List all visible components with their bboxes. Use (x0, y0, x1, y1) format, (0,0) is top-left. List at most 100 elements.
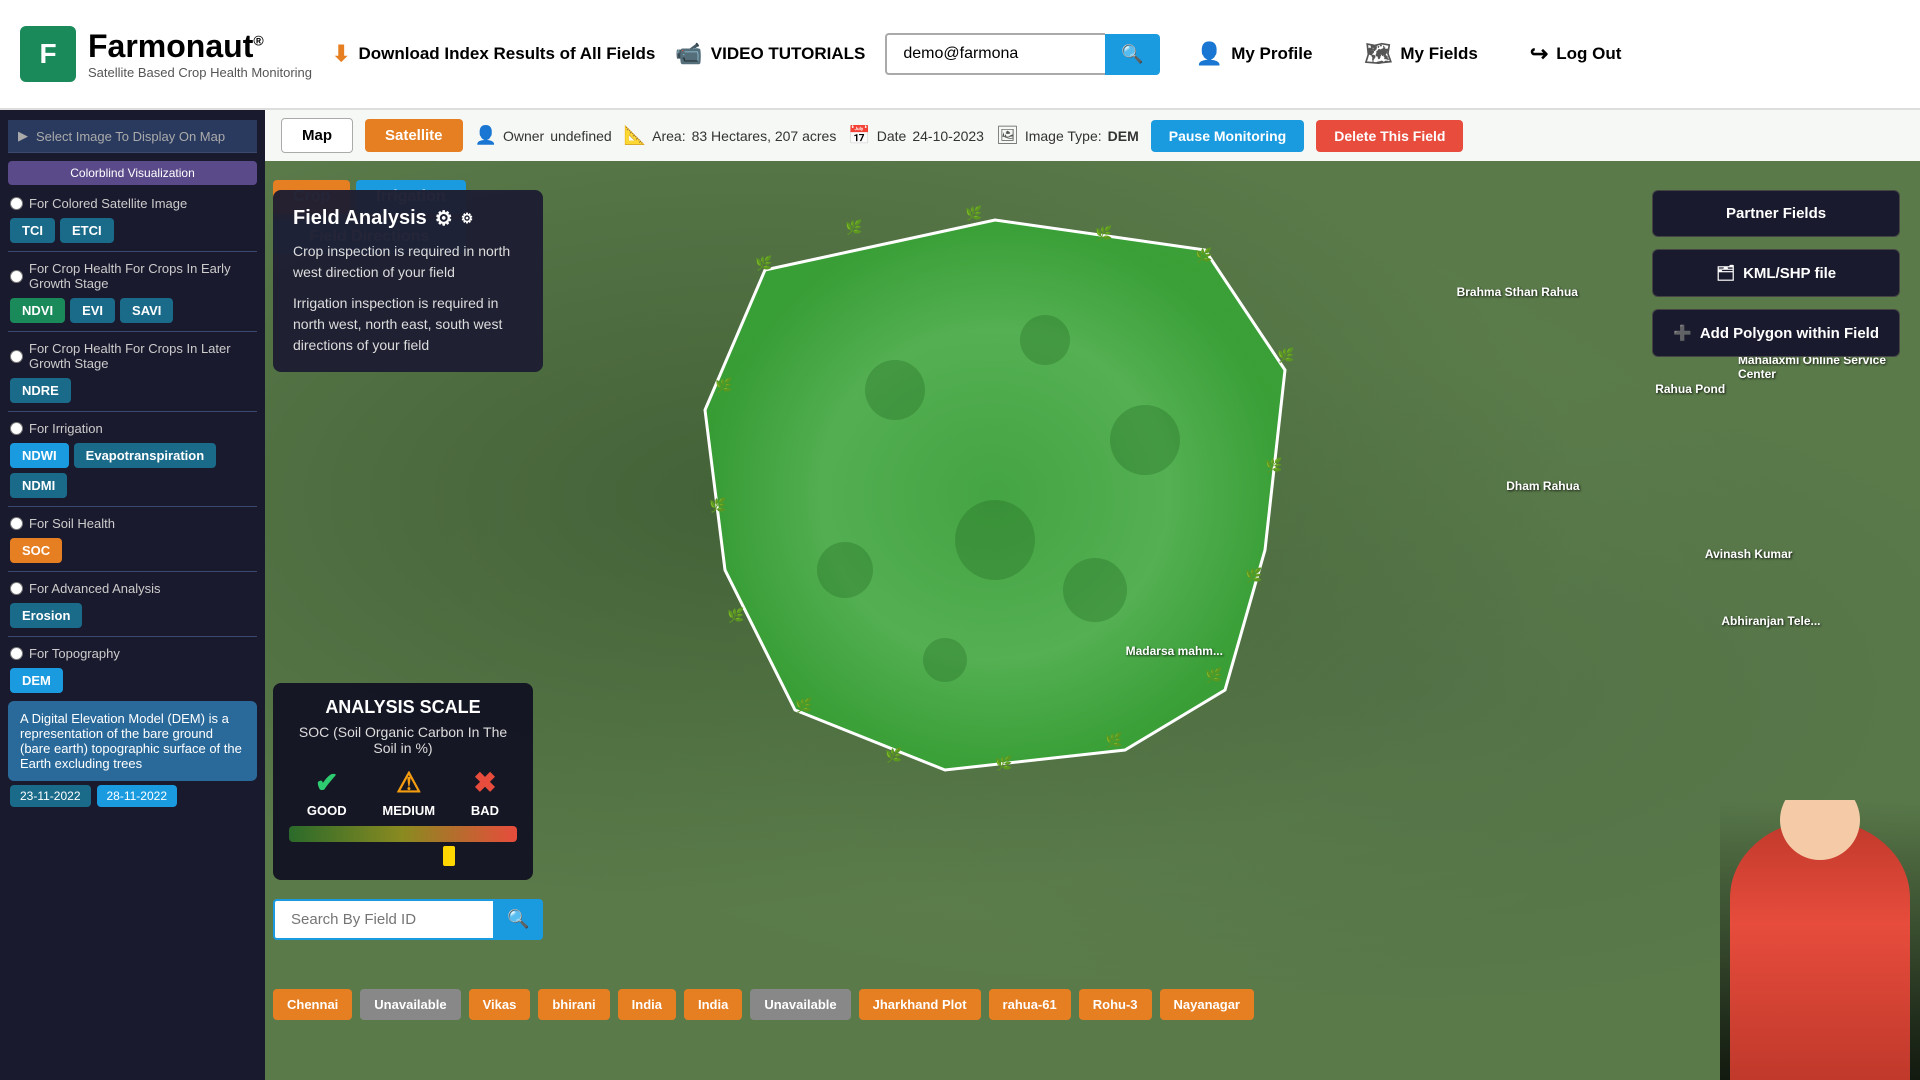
kml-shp-button[interactable]: 🗂 KML/SHP file (1652, 249, 1900, 297)
evap-button[interactable]: Evapotranspiration (74, 443, 216, 468)
video-tutorials-button[interactable]: 📹 VIDEO TUTORIALS (675, 41, 865, 67)
owner-info: 👤 Owner undefined (475, 125, 612, 146)
brand-name: Farmonaut® (88, 28, 312, 65)
svg-text:🌿: 🌿 (1195, 247, 1212, 264)
svg-text:🌿: 🌿 (795, 697, 812, 714)
savi-button[interactable]: SAVI (120, 298, 173, 323)
field-chip-0[interactable]: Chennai (273, 989, 352, 1020)
gear-icon: ⚙ (435, 206, 453, 231)
select-image-bar: ▶ Select Image To Display On Map (8, 120, 257, 153)
colored-satellite-radio[interactable] (10, 197, 23, 210)
advanced-buttons: Erosion (8, 599, 257, 632)
svg-text:🌿: 🌿 (1205, 667, 1222, 684)
tci-button[interactable]: TCI (10, 218, 55, 243)
colorblind-button[interactable]: Colorblind Visualization (8, 161, 257, 185)
crop-health-later-radio[interactable] (10, 350, 23, 363)
ndre-button[interactable]: NDRE (10, 378, 71, 403)
my-profile-button[interactable]: 👤 My Profile (1180, 33, 1329, 75)
field-chip-10[interactable]: Nayanagar (1160, 989, 1254, 1020)
topbar: F Farmonaut® Satellite Based Crop Health… (0, 0, 1920, 110)
irrigation-section: For Irrigation (8, 416, 257, 439)
date-chip-2[interactable]: 28-11-2022 (97, 785, 178, 807)
my-fields-button[interactable]: 🗺 My Fields (1348, 33, 1493, 75)
download-button[interactable]: ⬇ Download Index Results of All Fields (332, 41, 655, 67)
search-input[interactable] (885, 33, 1105, 75)
field-analysis-text2: Irrigation inspection is required in nor… (293, 293, 523, 356)
advanced-section: For Advanced Analysis (8, 576, 257, 599)
search-button[interactable]: 🔍 (1105, 34, 1159, 75)
map-area: Map Satellite 👤 Owner undefined 📐 Area: … (265, 110, 1920, 1080)
separator-4 (8, 506, 257, 507)
kml-icon: 🗂 (1716, 264, 1735, 282)
separator-5 (8, 571, 257, 572)
search-bar: 🔍 (885, 33, 1159, 75)
svg-text:🌿: 🌿 (1105, 732, 1122, 749)
field-chip-4[interactable]: India (618, 989, 676, 1020)
right-panel: Partner Fields 🗂 KML/SHP file ➕ Add Poly… (1652, 190, 1900, 357)
svg-text:🌿: 🌿 (755, 255, 772, 272)
ndmi-button[interactable]: NDMI (10, 473, 67, 498)
logout-button[interactable]: ↪ Log Out (1514, 33, 1638, 75)
irrigation-radio[interactable] (10, 422, 23, 435)
area-value: 83 Hectares, 207 acres (692, 128, 837, 144)
add-poly-icon: ➕ (1673, 324, 1692, 342)
ndvi-button[interactable]: NDVI (10, 298, 65, 323)
calendar-icon: 📅 (848, 125, 870, 146)
field-chips: Chennai Unavailable Vikasbhirani India India… (273, 989, 1660, 1020)
analysis-scale-popup: ANALYSIS SCALE SOC (Soil Organic Carbon … (273, 683, 533, 880)
crop-health-early-section: For Crop Health For Crops In Early Growt… (8, 256, 257, 294)
add-polygon-button[interactable]: ➕ Add Polygon within Field (1652, 309, 1900, 357)
field-id-search-button[interactable]: 🔍 (493, 899, 543, 940)
field-id-search-input[interactable] (273, 899, 493, 940)
partner-fields-button[interactable]: Partner Fields (1652, 190, 1900, 237)
map-toolbar: Map Satellite 👤 Owner undefined 📐 Area: … (265, 110, 1920, 161)
ndwi-button[interactable]: NDWI (10, 443, 69, 468)
bad-indicator: ✖ BAD (471, 766, 499, 818)
field-chip-6[interactable]: Unavailable (750, 989, 850, 1020)
logout-label: Log Out (1556, 44, 1621, 64)
svg-text:🌿: 🌿 (1095, 225, 1112, 242)
soil-health-section: For Soil Health (8, 511, 257, 534)
soil-health-label: For Soil Health (29, 516, 115, 531)
field-chip-1[interactable]: Unavailable (360, 989, 460, 1020)
evi-button[interactable]: EVI (70, 298, 115, 323)
soc-button[interactable]: SOC (10, 538, 62, 563)
field-chip-5[interactable]: India (684, 989, 742, 1020)
good-icon: ✔ (315, 766, 338, 799)
field-chip-7[interactable]: Jharkhand Plot (859, 989, 981, 1020)
date-chips: 23-11-2022 28-11-2022 (8, 781, 257, 811)
select-image-label: Select Image To Display On Map (36, 129, 225, 144)
video-label: VIDEO TUTORIALS (711, 44, 866, 64)
pause-monitoring-button[interactable]: Pause Monitoring (1151, 120, 1304, 152)
assistant-avatar (1720, 800, 1920, 1080)
irrigation-buttons: NDWI Evapotranspiration NDMI (8, 439, 257, 502)
delete-field-button[interactable]: Delete This Field (1316, 120, 1463, 152)
date-info: 📅 Date 24-10-2023 (848, 125, 984, 146)
date-chip-1[interactable]: 23-11-2022 (10, 785, 91, 807)
brand-subtitle: Satellite Based Crop Health Monitoring (88, 65, 312, 80)
svg-text:🌿: 🌿 (845, 219, 862, 236)
field-chip-3[interactable]: bhirani (538, 989, 609, 1020)
svg-text:🌿: 🌿 (727, 607, 744, 624)
main-content: ▶ Select Image To Display On Map Colorbl… (0, 110, 1920, 1080)
scale-marker (443, 846, 455, 866)
colored-satellite-buttons: TCI ETCI (8, 214, 257, 247)
image-icon: 🖼 (996, 125, 1019, 146)
crop-health-early-radio[interactable] (10, 270, 23, 283)
field-chip-2[interactable]: Vikas (469, 989, 531, 1020)
advanced-radio[interactable] (10, 582, 23, 595)
logo-letter: F (39, 38, 56, 70)
satellite-button[interactable]: Satellite (365, 119, 463, 152)
crop-health-later-section: For Crop Health For Crops In Later Growt… (8, 336, 257, 374)
svg-text:🌿: 🌿 (885, 747, 902, 764)
map-button[interactable]: Map (281, 118, 353, 153)
dem-button[interactable]: DEM (10, 668, 63, 693)
logo-area: F Farmonaut® Satellite Based Crop Health… (20, 26, 312, 82)
field-chip-8[interactable]: rahua-61 (989, 989, 1071, 1020)
erosion-button[interactable]: Erosion (10, 603, 82, 628)
etci-button[interactable]: ETCI (60, 218, 114, 243)
field-chip-9[interactable]: Rohu-3 (1079, 989, 1152, 1020)
medium-indicator: ⚠ MEDIUM (382, 766, 435, 818)
topography-radio[interactable] (10, 647, 23, 660)
soil-health-radio[interactable] (10, 517, 23, 530)
